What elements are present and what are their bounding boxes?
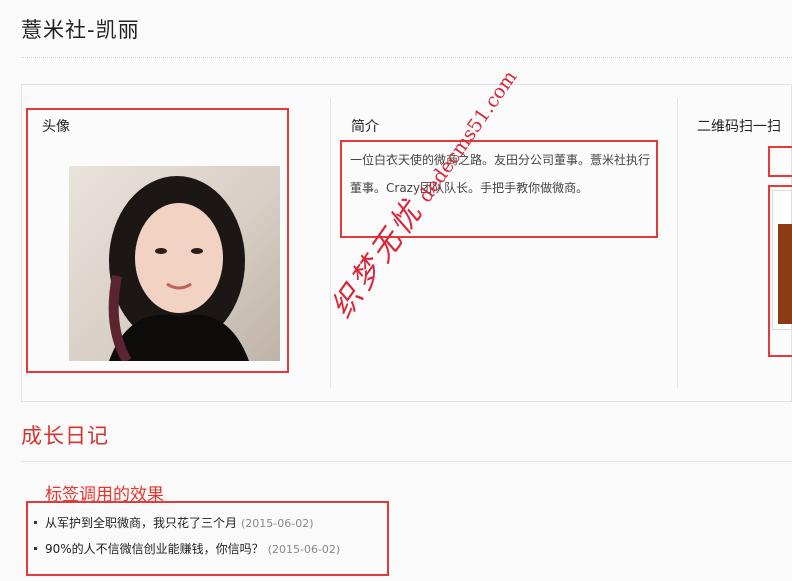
title-divider	[21, 57, 792, 58]
qr-label: 二维码扫一扫	[697, 119, 781, 135]
annotation-box	[768, 146, 792, 177]
annotation-box	[340, 140, 658, 238]
section-title: 成长日记	[21, 424, 109, 448]
post-date: (2015-06-02)	[241, 517, 314, 530]
diary-link[interactable]: 90%的人不信微信创业能赚钱，你信吗？	[45, 542, 264, 556]
section-divider	[21, 461, 792, 462]
list-item: 90%的人不信微信创业能赚钱，你信吗？ (2015-06-02)	[30, 536, 340, 562]
annotation-box	[26, 108, 289, 373]
column-divider	[330, 98, 331, 388]
qr-code-image	[778, 224, 792, 324]
column-divider	[677, 98, 678, 388]
page-title: 薏米社-凯丽	[21, 18, 140, 42]
bullet-icon	[34, 520, 37, 524]
diary-list: 从军护到全职微商，我只花了三个月 (2015-06-02) 90%的人不信微信创业…	[30, 510, 340, 562]
bullet-icon	[34, 546, 37, 550]
diary-link[interactable]: 从军护到全职微商，我只花了三个月	[45, 516, 237, 530]
intro-label: 简介	[351, 119, 379, 135]
list-item: 从军护到全职微商，我只花了三个月 (2015-06-02)	[30, 510, 340, 536]
post-date: (2015-06-02)	[267, 543, 341, 556]
